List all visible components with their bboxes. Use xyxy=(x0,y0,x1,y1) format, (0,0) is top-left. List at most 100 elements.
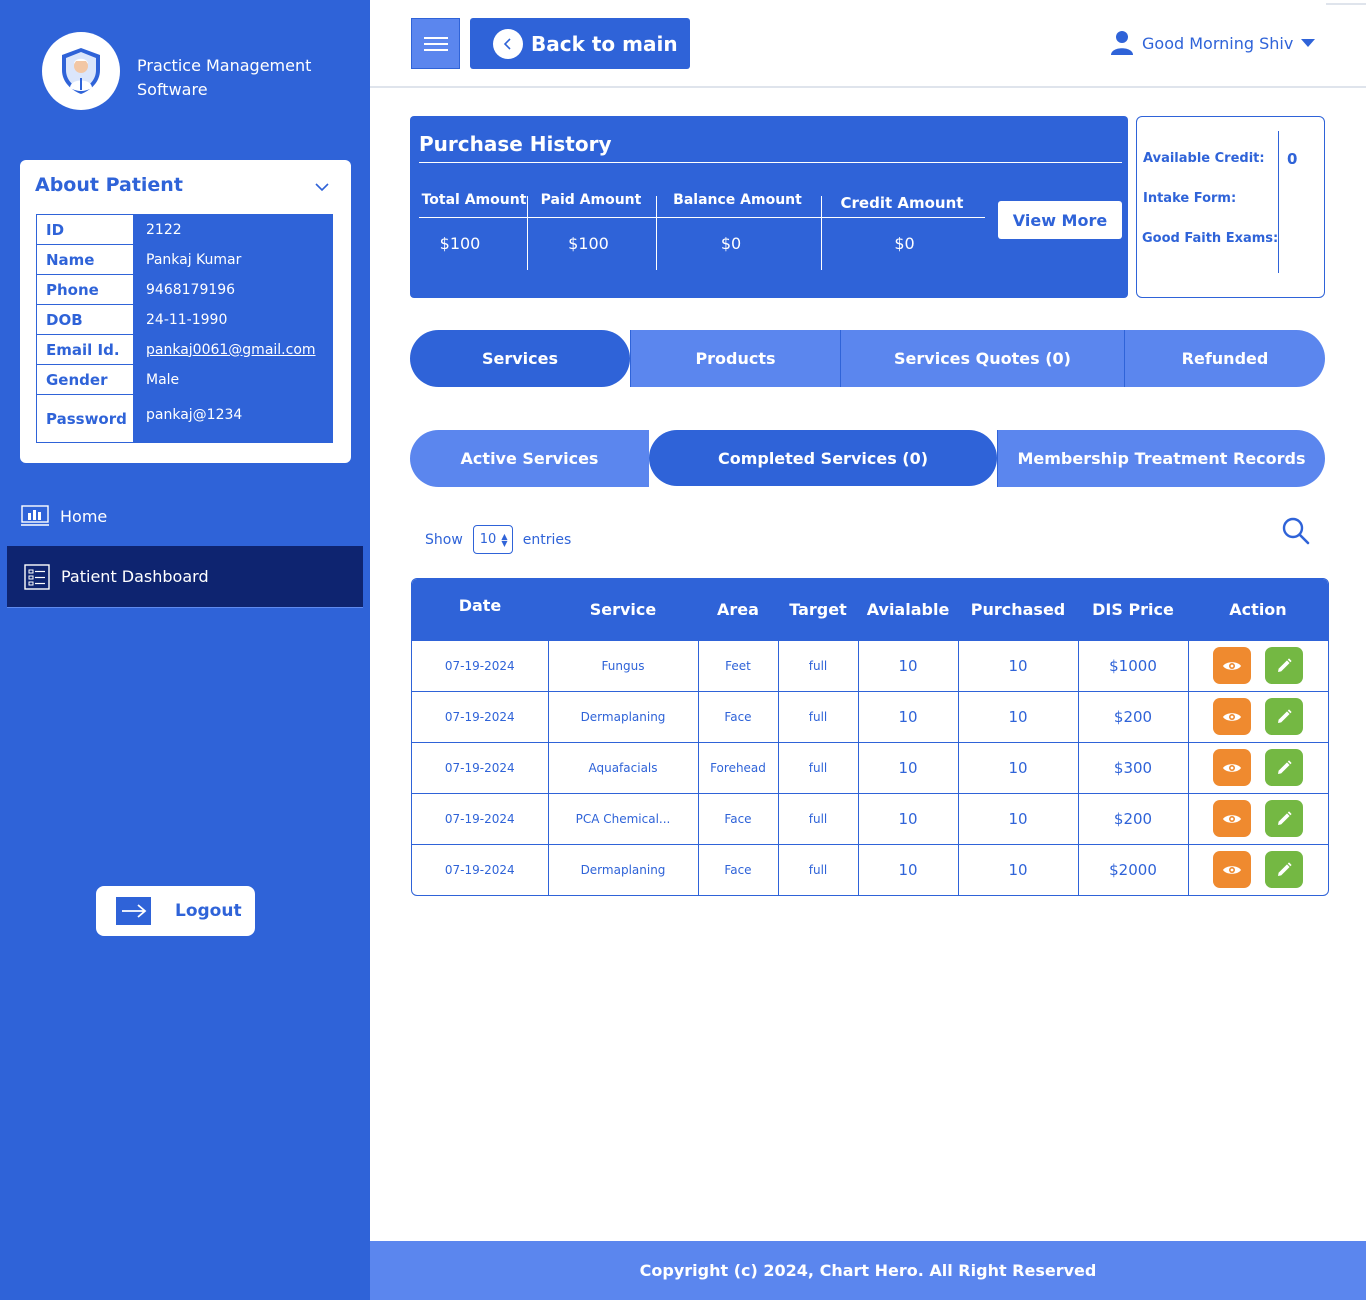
column-header-dis-price[interactable]: DIS Price xyxy=(1078,579,1188,640)
service-cell: Dermaplaning xyxy=(547,690,698,742)
about-patient-card: About Patient ID 2122 Name Pankaj Kumar Ph… xyxy=(20,160,351,463)
table-row: 07-19-2024 Aquafacials Forehead full 10 10 $30… xyxy=(412,741,1328,793)
edit-button[interactable] xyxy=(1265,851,1304,889)
divider xyxy=(1278,131,1279,273)
price-cell: $200 xyxy=(1077,690,1188,742)
patient-password: pankaj@1234 xyxy=(133,394,333,443)
patient-email-link[interactable]: pankaj0061@gmail.com xyxy=(133,334,333,365)
pencil-icon xyxy=(1278,759,1292,774)
action-cell xyxy=(1187,741,1328,793)
pencil-icon xyxy=(1278,708,1292,723)
view-button[interactable] xyxy=(1213,749,1252,786)
eye-icon xyxy=(1223,661,1242,670)
user-icon xyxy=(1111,31,1133,55)
target-cell: full xyxy=(777,741,858,793)
field-label: DOB xyxy=(36,304,134,335)
credit-amount-value: $0 xyxy=(894,234,915,253)
hamburger-menu-button[interactable] xyxy=(411,18,460,69)
action-cell xyxy=(1187,690,1328,742)
header-divider xyxy=(370,86,1366,88)
back-to-main-button[interactable]: Back to main xyxy=(470,18,690,69)
greeting-text: Good Morning Shiv xyxy=(1142,33,1294,53)
entries-select[interactable]: 10 ▲ ▼ xyxy=(472,525,513,554)
target-cell: full xyxy=(777,792,858,844)
service-cell: Fungus xyxy=(547,639,698,691)
entries-value: 10 xyxy=(479,532,497,547)
area-cell: Face xyxy=(697,792,778,844)
search-icon[interactable] xyxy=(1281,516,1311,546)
patient-id: 2122 xyxy=(133,214,333,245)
column-header-area[interactable]: Area xyxy=(698,579,778,640)
chevron-down-icon[interactable] xyxy=(315,182,329,192)
column-header-purchased[interactable]: Purchased xyxy=(958,579,1078,640)
back-label: Back to main xyxy=(531,31,678,56)
available-cell: 10 xyxy=(857,741,958,793)
available-cell: 10 xyxy=(857,639,958,691)
column-header-target[interactable]: Target xyxy=(778,579,858,640)
view-button[interactable] xyxy=(1213,647,1252,684)
tab-membership-treatment-records[interactable]: Membership Treatment Records xyxy=(997,430,1325,487)
patient-name: Pankaj Kumar xyxy=(133,244,333,275)
price-cell: $300 xyxy=(1077,741,1188,793)
edit-button[interactable] xyxy=(1265,800,1304,837)
brand-name: Practice Management Software xyxy=(137,56,312,99)
sidebar-item-home[interactable]: Home xyxy=(20,500,350,532)
edit-button[interactable] xyxy=(1265,749,1304,786)
caret-down-icon xyxy=(1301,38,1316,47)
chevron-left-icon xyxy=(493,28,523,59)
user-menu[interactable]: Good Morning Shiv xyxy=(1110,30,1316,56)
logout-button[interactable]: Logout xyxy=(96,886,255,936)
available-cell: 10 xyxy=(857,843,958,895)
view-button[interactable] xyxy=(1213,698,1252,735)
view-more-button[interactable]: View More xyxy=(998,201,1122,239)
corner-divider xyxy=(1326,3,1366,5)
copyright-text: Copyright (c) 2024, Chart Hero. All Righ… xyxy=(639,1261,1097,1280)
purchased-cell: 10 xyxy=(957,690,1078,742)
main-tabs: Services Products Services Quotes (0) Re… xyxy=(410,330,1325,387)
entries-label: entries xyxy=(522,531,572,548)
price-cell: $1000 xyxy=(1077,639,1188,691)
price-cell: $2000 xyxy=(1077,843,1188,895)
pencil-icon xyxy=(1278,810,1292,825)
patient-info-table: ID 2122 Name Pankaj Kumar Phone 9468179196 … xyxy=(36,214,333,443)
pencil-icon xyxy=(1278,657,1292,672)
dashboard-list-icon xyxy=(24,563,50,590)
divider xyxy=(527,196,528,270)
total-amount-value: $100 xyxy=(439,234,481,253)
show-label: Show xyxy=(425,531,463,548)
doctor-shield-icon xyxy=(62,48,100,94)
tab-active-services[interactable]: Active Services xyxy=(410,430,649,487)
purchased-cell: 10 xyxy=(957,792,1078,844)
tab-completed-services[interactable]: Completed Services (0) xyxy=(649,430,997,486)
view-button[interactable] xyxy=(1213,851,1252,889)
sidebar-item-patient-dashboard[interactable]: Patient Dashboard xyxy=(7,546,363,608)
area-cell: Face xyxy=(697,690,778,742)
table-row: 07-19-2024 Fungus Feet full 10 10 $1000 xyxy=(412,639,1328,691)
available-cell: 10 xyxy=(857,690,958,742)
field-label: Name xyxy=(36,244,134,275)
tab-refunded[interactable]: Refunded xyxy=(1124,330,1325,387)
available-cell: 10 xyxy=(857,792,958,844)
view-button[interactable] xyxy=(1213,800,1252,837)
field-label: Phone xyxy=(36,274,134,305)
purchased-cell: 10 xyxy=(957,741,1078,793)
tab-services-quotes[interactable]: Services Quotes (0) xyxy=(840,330,1124,387)
intake-form-label: Intake Form: xyxy=(1143,191,1237,206)
table-row: 07-19-2024 PCA Chemical... Face full 10 10 $20… xyxy=(412,792,1328,844)
edit-button[interactable] xyxy=(1265,647,1304,684)
divider xyxy=(656,196,657,270)
date-cell: 07-19-2024 xyxy=(412,843,548,895)
area-cell: Forehead xyxy=(697,741,778,793)
tab-services[interactable]: Services xyxy=(410,330,630,387)
action-cell xyxy=(1187,843,1328,895)
edit-button[interactable] xyxy=(1265,698,1304,735)
column-header-available[interactable]: Avialable xyxy=(858,579,958,640)
logo xyxy=(42,32,120,110)
service-cell: PCA Chemical... xyxy=(547,792,698,844)
column-header-date[interactable]: Date xyxy=(412,579,548,640)
column-header-service[interactable]: Service xyxy=(548,579,698,640)
field-label: Email Id. xyxy=(36,334,134,365)
tab-products[interactable]: Products xyxy=(630,330,840,387)
divider xyxy=(419,162,1122,163)
table-row: 07-19-2024 Dermaplaning Face full 10 10 $2000 xyxy=(412,843,1328,895)
